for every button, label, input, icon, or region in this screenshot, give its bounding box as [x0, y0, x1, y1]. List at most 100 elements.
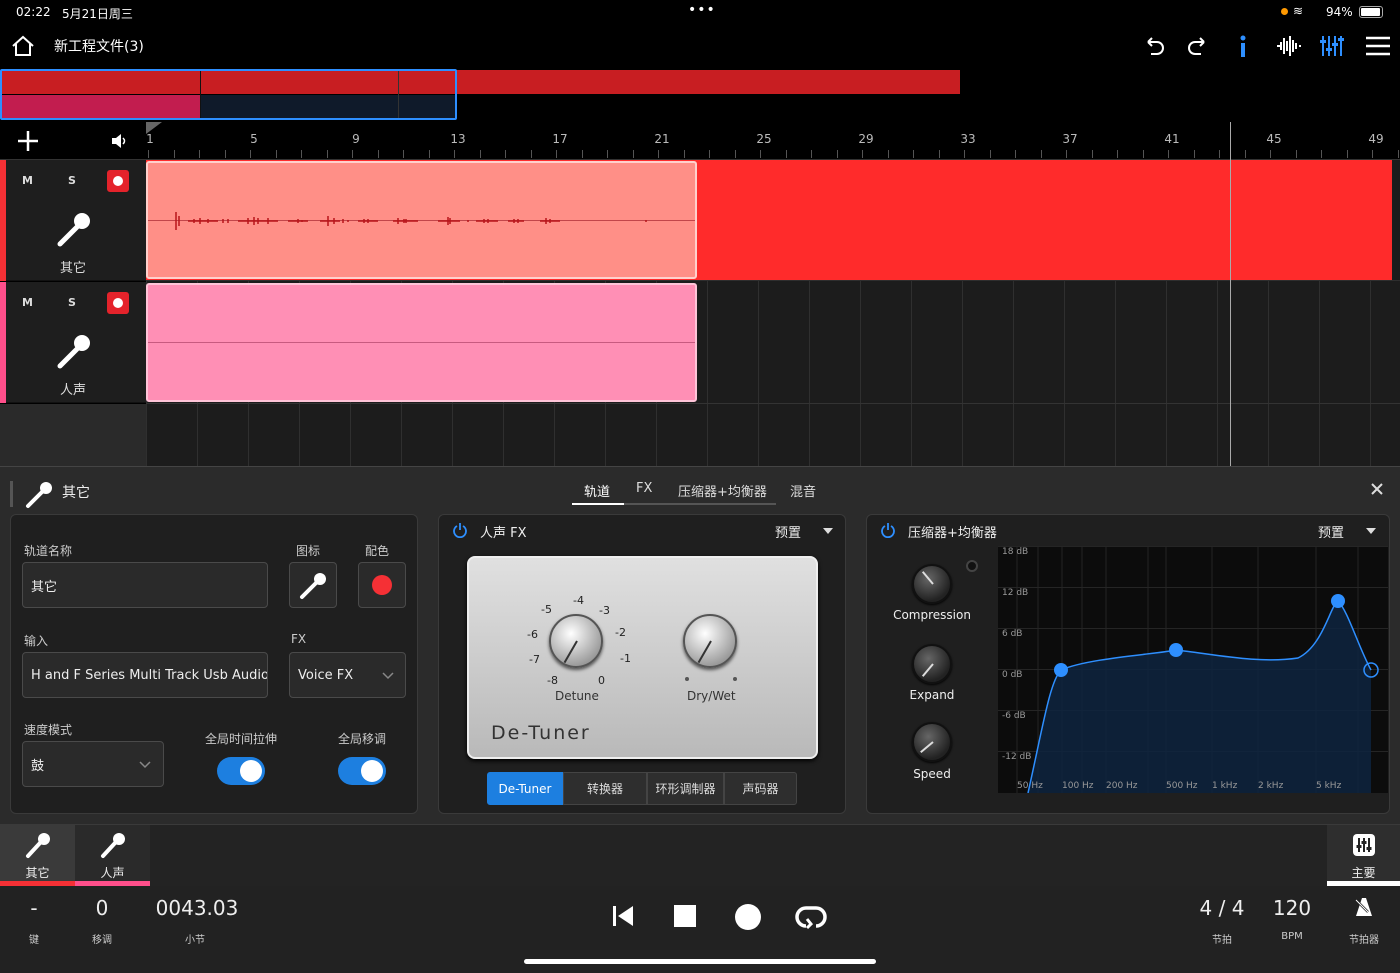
global-stretch-toggle[interactable] — [217, 757, 265, 785]
eq-band-3-handle[interactable] — [1331, 594, 1345, 608]
fx-label: FX — [291, 632, 307, 646]
menu-icon[interactable] — [1365, 36, 1391, 56]
meter-value[interactable]: 4 / 4 — [1192, 896, 1252, 920]
ruler-label: 49 — [1368, 132, 1384, 146]
fx-select[interactable]: Voice FX — [289, 652, 406, 698]
eq-graph[interactable]: 18 dB 12 dB 6 dB 0 dB -6 dB -12 dB 50 Hz 100 H… — [998, 546, 1388, 793]
mute-button[interactable]: M — [22, 174, 33, 187]
waveform-icon[interactable] — [1276, 34, 1302, 58]
ruler-label: 9 — [352, 132, 360, 146]
preset-dropdown-icon[interactable] — [1365, 527, 1377, 535]
song-overview[interactable] — [0, 68, 1400, 122]
detune-scale-label: -2 — [615, 626, 626, 639]
solo-button[interactable]: S — [68, 296, 76, 309]
rewind-icon[interactable] — [612, 905, 634, 927]
record-icon[interactable] — [735, 904, 761, 930]
ruler-tick — [148, 150, 149, 158]
undo-icon[interactable] — [1142, 34, 1166, 58]
record-arm-button[interactable] — [107, 292, 129, 314]
color-label: 配色 — [365, 544, 390, 558]
input-select[interactable]: H and F Series Multi Track Usb Audio 1 — [22, 652, 268, 698]
loop-icon[interactable] — [795, 904, 827, 930]
tab-mix[interactable]: 混音 — [790, 481, 816, 500]
track-icon-button[interactable] — [289, 562, 337, 608]
key-value[interactable]: - — [14, 896, 54, 920]
track-color-button[interactable] — [358, 562, 406, 608]
eq-db-label: 0 dB — [1002, 670, 1023, 680]
microphone-icon[interactable] — [55, 210, 93, 248]
close-icon[interactable] — [1370, 482, 1384, 496]
eq-hz-label: 5 kHz — [1316, 781, 1342, 791]
ruler-tick — [199, 150, 200, 158]
active-tab-indicator — [572, 503, 624, 505]
arrangement-area[interactable] — [146, 122, 1400, 466]
bpm-value[interactable]: 120 — [1266, 896, 1318, 920]
audio-clip-1[interactable] — [146, 161, 697, 279]
redo-icon[interactable] — [1186, 34, 1210, 58]
battery-level: 94% — [1326, 5, 1353, 19]
track-name-value: 其它 — [31, 579, 58, 595]
expand-knob[interactable] — [912, 644, 952, 684]
power-icon[interactable] — [880, 522, 896, 538]
position-value[interactable]: 0043.03 — [150, 896, 244, 920]
audio-clip-2[interactable] — [146, 283, 697, 402]
tab-track[interactable]: 轨道 — [584, 481, 610, 500]
project-title[interactable]: 新工程文件(3) — [54, 36, 144, 56]
battery-icon — [1359, 6, 1383, 18]
more-dots-icon[interactable]: ••• — [688, 2, 716, 18]
bottom-track-tab-2[interactable]: 人声 — [75, 825, 150, 887]
track-header-2[interactable]: M S 人声 — [0, 282, 146, 403]
tab-compressor-eq[interactable]: 压缩器+均衡器 — [678, 481, 767, 500]
global-transpose-toggle[interactable] — [338, 757, 386, 785]
mute-button[interactable]: M — [22, 296, 33, 309]
eq-band-1-handle[interactable] — [1054, 663, 1068, 677]
solo-button[interactable]: S — [68, 174, 76, 187]
knob-max-dot — [733, 677, 737, 681]
meter-label: 节拍 — [1212, 935, 1232, 946]
preset-dropdown-icon[interactable] — [822, 527, 834, 535]
playhead-line[interactable] — [1230, 122, 1231, 466]
power-icon[interactable] — [452, 522, 468, 538]
dry-wet-knob[interactable] — [683, 614, 737, 668]
ruler-tick — [785, 150, 787, 158]
ruler-label: 29 — [858, 132, 874, 146]
microphone-icon[interactable] — [55, 332, 93, 370]
ruler-tick — [658, 150, 659, 158]
eq-band-2-handle[interactable] — [1169, 643, 1183, 657]
input-value: H and F Series Multi Track Usb Audio 1 — [31, 667, 268, 683]
record-arm-button[interactable] — [107, 170, 129, 192]
stop-icon[interactable] — [674, 905, 696, 927]
tab-fx[interactable]: FX — [636, 481, 652, 496]
fx-tab-vocoder[interactable]: 声码器 — [724, 772, 797, 805]
ruler-label: 41 — [1164, 132, 1180, 146]
main-mixer-tab[interactable]: 主要 — [1327, 825, 1400, 887]
ruler-tick — [1142, 150, 1144, 158]
home-icon[interactable] — [11, 35, 35, 57]
mixer-icon[interactable] — [1320, 34, 1346, 58]
fx-tab-de-tuner[interactable]: De-Tuner — [487, 772, 563, 805]
timeline-ruler[interactable]: 1 5 9 13 17 21 25 29 33 37 41 45 49 — [0, 122, 1400, 160]
speed-knob[interactable] — [912, 722, 952, 762]
track-header-1[interactable]: M S 其它 — [0, 160, 146, 281]
ruler-tick — [377, 150, 379, 158]
track-name-field[interactable]: 其它 — [22, 562, 268, 608]
speed-mode-label: 速度模式 — [24, 723, 73, 737]
ruler-tick — [760, 150, 761, 158]
fx-tab-ring-modulator[interactable]: 环形调制器 — [647, 772, 724, 805]
speed-mode-select[interactable]: 鼓 — [22, 741, 164, 787]
overview-viewport[interactable] — [0, 69, 457, 120]
detune-knob[interactable] — [549, 614, 603, 668]
eq-db-label: 6 dB — [1002, 629, 1023, 639]
metronome-icon[interactable] — [1352, 896, 1376, 918]
bottom-track-tab-1[interactable]: 其它 — [0, 825, 75, 887]
fx-preset-button[interactable]: 预置 — [775, 522, 801, 541]
ruler-label: 25 — [756, 132, 772, 146]
eq-preset-button[interactable]: 预置 — [1318, 522, 1344, 541]
compression-knob[interactable] — [912, 564, 952, 604]
ruler-tick — [1117, 150, 1118, 158]
transpose-value[interactable]: 0 — [82, 896, 122, 920]
fx-tab-converter[interactable]: 转换器 — [563, 772, 647, 805]
microphone-icon — [300, 573, 326, 599]
detune-scale-label: -8 — [547, 674, 558, 687]
info-icon[interactable] — [1236, 34, 1250, 58]
